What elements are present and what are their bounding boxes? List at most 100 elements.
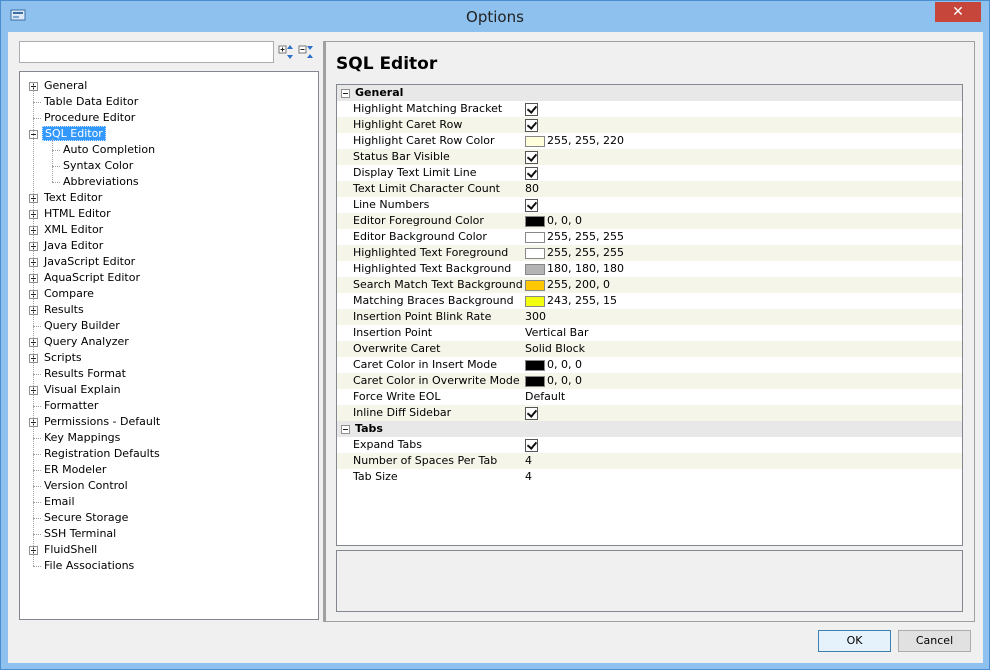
tree-item[interactable]: XML Editor [29,222,105,238]
color-swatch[interactable] [525,263,545,275]
collapse-icon[interactable] [341,89,350,98]
checkbox[interactable] [525,167,538,180]
property-value[interactable]: 255, 255, 255 [525,229,624,245]
tree-item[interactable]: File Associations [42,558,136,574]
property-group[interactable]: General [337,85,962,101]
property-value[interactable]: Default [525,389,565,405]
checkbox[interactable] [525,199,538,212]
expand-all-icon[interactable] [278,43,296,61]
color-swatch[interactable] [525,295,545,307]
property-value[interactable] [525,117,538,133]
color-swatch[interactable] [525,359,545,371]
property-value[interactable] [525,149,538,165]
collapse-all-icon[interactable] [298,43,316,61]
property-row[interactable]: Line Numbers [337,197,962,213]
property-value[interactable]: 300 [525,309,546,325]
property-value[interactable] [525,437,538,453]
tree-item[interactable]: Scripts [29,350,84,366]
collapse-icon[interactable] [341,425,350,434]
property-row[interactable]: Display Text Limit Line [337,165,962,181]
property-row[interactable]: Matching Braces Background 243, 255, 15 [337,293,962,309]
property-value[interactable]: 0, 0, 0 [525,357,582,373]
property-value[interactable] [525,197,538,213]
tree-item[interactable]: Query Builder [42,318,122,334]
options-tree[interactable]: General Table Data Editor Procedure Editor… [19,71,319,620]
tree-item[interactable]: FluidShell [29,542,99,558]
tree-item[interactable]: Permissions - Default [29,414,162,430]
checkbox[interactable] [525,103,538,116]
property-value[interactable]: 0, 0, 0 [525,373,582,389]
property-value[interactable]: 4 [525,453,532,469]
property-value[interactable]: 255, 255, 220 [525,133,624,149]
property-row[interactable]: Expand Tabs [337,437,962,453]
color-swatch[interactable] [525,135,545,147]
property-row[interactable]: Highlight Matching Bracket [337,101,962,117]
checkbox[interactable] [525,439,538,452]
property-row[interactable]: Insertion Point Blink Rate 300 [337,309,962,325]
property-row[interactable]: Status Bar Visible [337,149,962,165]
property-value[interactable]: 4 [525,469,532,485]
property-row[interactable]: Highlighted Text Background 180, 180, 180 [337,261,962,277]
tree-item[interactable]: HTML Editor [29,206,113,222]
tree-item[interactable]: Text Editor [29,190,104,206]
tree-item[interactable]: ER Modeler [42,462,108,478]
property-value[interactable]: 243, 255, 15 [525,293,617,309]
property-group[interactable]: Tabs [337,421,962,437]
tree-item[interactable]: Query Analyzer [29,334,131,350]
property-value[interactable] [525,165,538,181]
search-input[interactable] [19,41,274,63]
tree-item[interactable]: Java Editor [29,238,105,254]
tree-item[interactable]: Registration Defaults [42,446,162,462]
close-button[interactable]: ✕ [935,2,981,22]
tree-item[interactable]: SSH Terminal [42,526,118,542]
property-row[interactable]: Highlight Caret Row [337,117,962,133]
checkbox[interactable] [525,119,538,132]
property-row[interactable]: Caret Color in Insert Mode 0, 0, 0 [337,357,962,373]
property-value[interactable]: 0, 0, 0 [525,213,582,229]
property-row[interactable]: Force Write EOL Default [337,389,962,405]
property-row[interactable]: Highlight Caret Row Color 255, 255, 220 [337,133,962,149]
property-row[interactable]: Editor Background Color 255, 255, 255 [337,229,962,245]
property-value[interactable]: Solid Block [525,341,585,357]
property-value[interactable] [525,405,538,421]
color-swatch[interactable] [525,247,545,259]
property-value[interactable]: 80 [525,181,539,197]
property-row[interactable]: Highlighted Text Foreground 255, 255, 255 [337,245,962,261]
property-value[interactable]: 180, 180, 180 [525,261,624,277]
property-row[interactable]: Editor Foreground Color 0, 0, 0 [337,213,962,229]
property-row[interactable]: Insertion Point Vertical Bar [337,325,962,341]
tree-item[interactable]: Email [42,494,77,510]
color-swatch[interactable] [525,231,545,243]
tree-item[interactable]: Secure Storage [42,510,130,526]
property-row[interactable]: Caret Color in Overwrite Mode 0, 0, 0 [337,373,962,389]
property-grid[interactable]: General Highlight Matching Bracket Highlig… [336,84,963,546]
tree-item[interactable]: Version Control [42,478,130,494]
tree-item[interactable]: Results Format [42,366,128,382]
color-swatch[interactable] [525,375,545,387]
tree-item[interactable]: Table Data Editor [42,94,140,110]
property-value[interactable]: Vertical Bar [525,325,588,341]
title-bar[interactable]: Options ✕ [1,1,989,32]
color-swatch[interactable] [525,215,545,227]
property-row[interactable]: Number of Spaces Per Tab 4 [337,453,962,469]
tree-item[interactable]: Syntax Color [61,158,135,174]
property-value[interactable] [525,101,538,117]
color-swatch[interactable] [525,279,545,291]
tree-item[interactable]: AquaScript Editor [29,270,142,286]
tree-item[interactable]: Abbreviations [61,174,141,190]
checkbox[interactable] [525,151,538,164]
tree-item[interactable]: Auto Completion [61,142,157,158]
property-row[interactable]: Tab Size 4 [337,469,962,485]
property-row[interactable]: Search Match Text Background 255, 200, 0 [337,277,962,293]
tree-item[interactable]: Visual Explain [29,382,123,398]
property-value[interactable]: 255, 200, 0 [525,277,610,293]
tree-item[interactable]: Procedure Editor [42,110,137,126]
property-row[interactable]: Overwrite Caret Solid Block [337,341,962,357]
tree-item[interactable]: Compare [29,286,96,302]
ok-button[interactable]: OK [818,630,891,652]
property-row[interactable]: Inline Diff Sidebar [337,405,962,421]
cancel-button[interactable]: Cancel [898,630,971,652]
tree-item[interactable]: Formatter [42,398,100,414]
checkbox[interactable] [525,407,538,420]
tree-item[interactable]: JavaScript Editor [29,254,137,270]
